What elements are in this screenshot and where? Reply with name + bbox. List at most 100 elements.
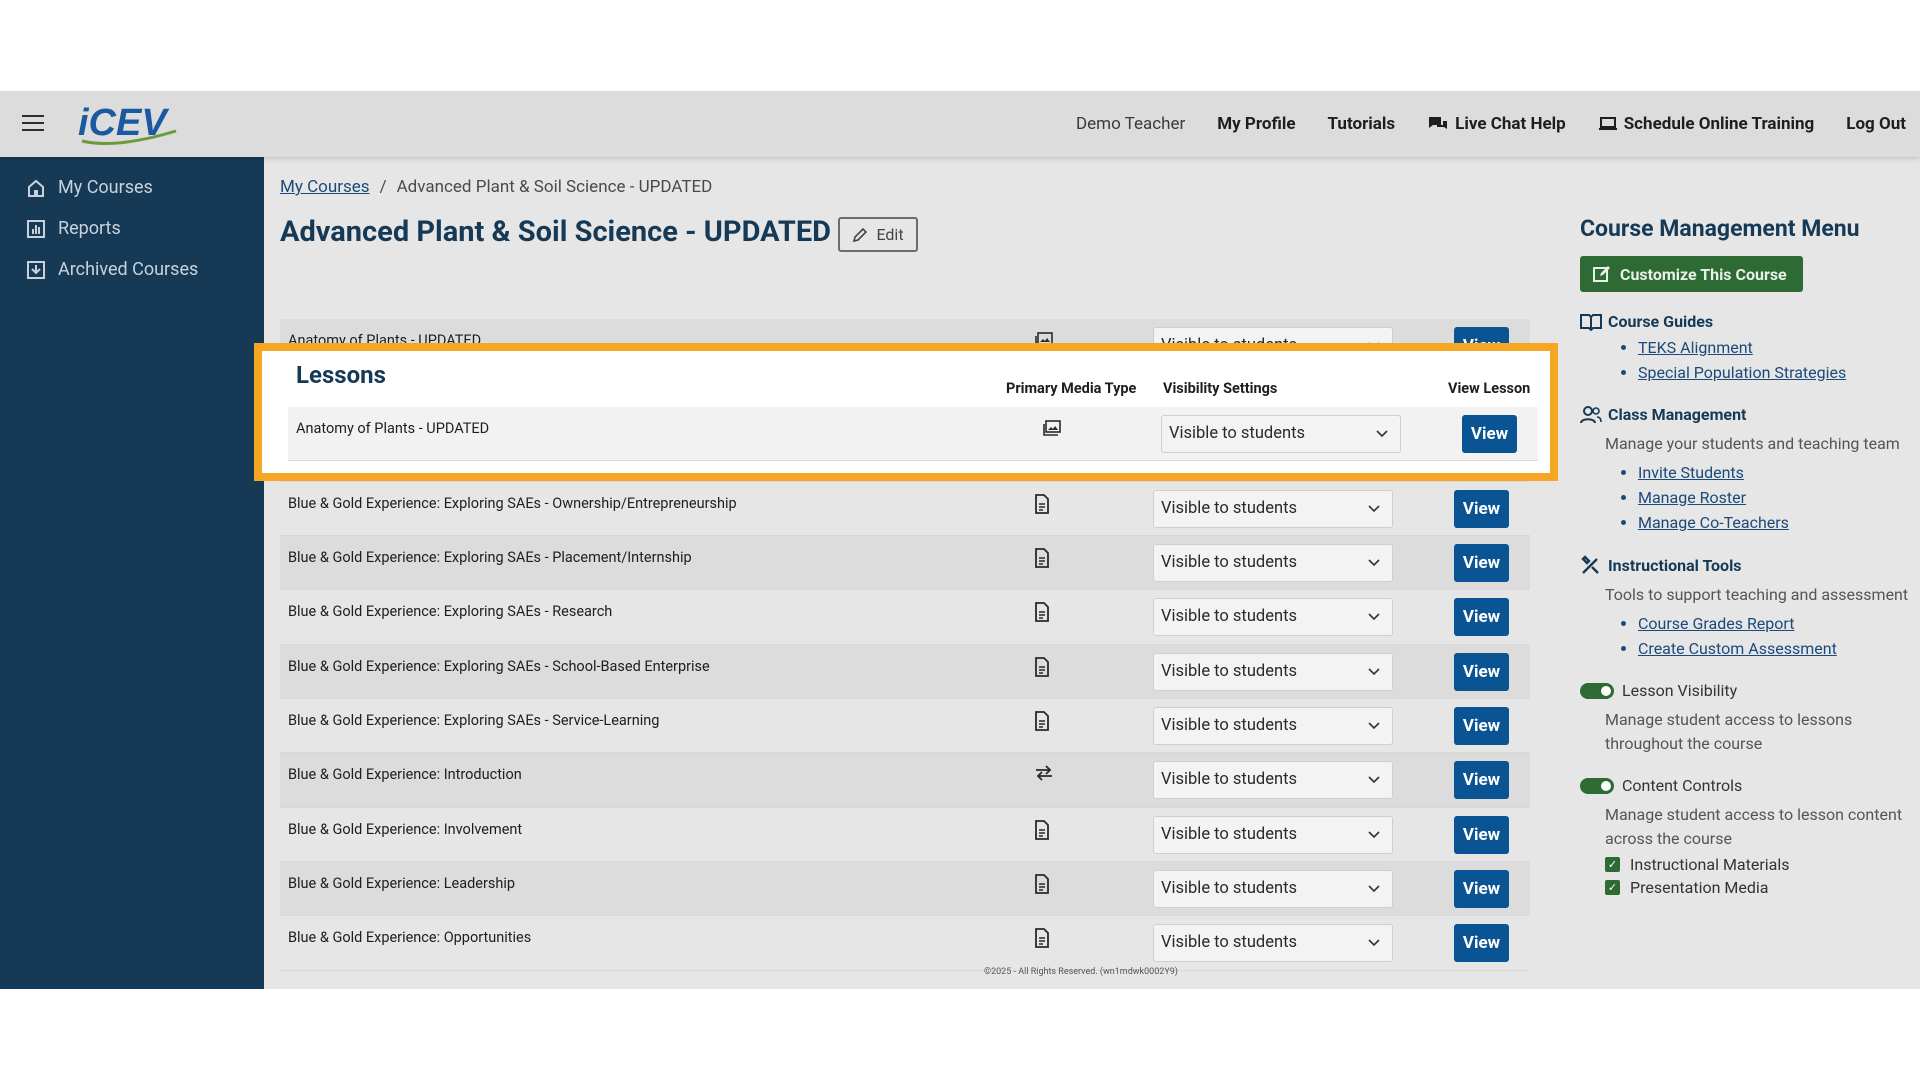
chevron-down-icon	[1368, 668, 1380, 675]
lesson-name: Blue & Gold Experience: Exploring SAEs -…	[288, 657, 710, 675]
content-controls-toggle[interactable]	[1580, 777, 1614, 794]
list-item: Create Custom Assessment	[1638, 636, 1920, 661]
chevron-down-icon	[1368, 505, 1380, 513]
schedule-training-label: Schedule Online Training	[1623, 114, 1815, 134]
visibility-value: Visible to students	[1169, 424, 1305, 443]
view-lesson-button[interactable]: View	[1462, 415, 1517, 453]
user-name: Demo Teacher	[1075, 114, 1186, 134]
instructional-tools-label: Instructional Tools	[1608, 555, 1742, 575]
visibility-select[interactable]: Visible to students	[1161, 415, 1401, 453]
tutorials-link[interactable]: Tutorials	[1328, 114, 1396, 134]
visibility-value: Visible to students	[1161, 933, 1297, 953]
lesson-name: Blue & Gold Experience: Introduction	[288, 766, 522, 784]
manage-roster-link[interactable]: Manage Roster	[1638, 488, 1746, 507]
visibility-select[interactable]: Visible to students	[1153, 652, 1393, 691]
edit-title-button[interactable]: Edit	[838, 217, 918, 252]
sidebar-item-my-courses[interactable]: My Courses	[0, 167, 264, 208]
view-lesson-button[interactable]: View	[1454, 815, 1509, 854]
visibility-select[interactable]: Visible to students	[1153, 924, 1393, 963]
view-lesson-button[interactable]: View	[1454, 489, 1509, 528]
view-lesson-button[interactable]: View	[1454, 652, 1509, 691]
document-icon	[1034, 874, 1054, 894]
menu-icon[interactable]	[22, 115, 44, 133]
course-guides-label: Course Guides	[1608, 312, 1714, 331]
table-row: Anatomy of Plants - UPDATED Visible to st…	[288, 407, 1538, 462]
highlight-content: Lessons Primary Media Type Visibility Se…	[288, 351, 1538, 462]
class-management-label: Class Management	[1608, 405, 1747, 424]
special-population-link[interactable]: Special Population Strategies	[1638, 363, 1846, 382]
chevron-down-icon	[1368, 831, 1380, 838]
invite-students-link[interactable]: Invite Students	[1638, 463, 1744, 482]
breadcrumb-my-courses-link[interactable]: My Courses	[280, 177, 370, 197]
presentation-media-checkbox[interactable]: ✓	[1605, 880, 1620, 895]
schedule-training-link[interactable]: Schedule Online Training	[1598, 114, 1815, 134]
tutorials-label: Tutorials	[1327, 114, 1396, 134]
highlighted-row-container: Anatomy of Plants - UPDATED Visible to st…	[288, 407, 1538, 462]
sidebar-item-reports[interactable]: Reports	[0, 208, 264, 249]
logo-text: iCEV	[78, 102, 169, 144]
content-controls-row: Content Controls	[1580, 776, 1920, 795]
logout-link[interactable]: Log Out	[1846, 114, 1906, 134]
view-lesson-button[interactable]: View	[1454, 598, 1509, 637]
lesson-name: Anatomy of Plants - UPDATED	[296, 420, 490, 437]
customize-course-button[interactable]: Customize This Course	[1580, 256, 1803, 292]
document-icon	[1034, 602, 1054, 623]
breadcrumb: My Courses / Advanced Plant & Soil Science…	[280, 177, 712, 197]
document-icon	[1034, 928, 1054, 949]
visibility-select[interactable]: Visible to students	[1153, 869, 1393, 908]
chevron-down-icon	[1376, 430, 1388, 438]
lesson-name: Blue & Gold Experience: Exploring SAEs -…	[288, 712, 660, 730]
menu-title: Course Management Menu	[1580, 215, 1860, 242]
instructional-materials-checkbox[interactable]: ✓	[1605, 857, 1620, 872]
class-management-desc: Manage your students and teaching team	[1605, 434, 1900, 453]
lesson-name: Blue & Gold Experience: Opportunities	[288, 929, 532, 947]
visibility-select[interactable]: Visible to students	[1153, 489, 1393, 528]
visibility-select[interactable]: Visible to students	[1153, 815, 1393, 854]
edit-label: Edit	[876, 225, 904, 244]
teks-alignment-link[interactable]: TEKS Alignment	[1638, 338, 1753, 357]
course-guides-list: TEKS Alignment Special Population Strate…	[1638, 335, 1920, 385]
chevron-down-icon	[1368, 613, 1380, 621]
lessons-header: Lessons Primary Media Type Visibility Se…	[288, 351, 1538, 407]
list-item: Course Grades Report	[1638, 611, 1920, 636]
visibility-value: Visible to students	[1161, 607, 1297, 627]
table-row: Blue & Gold Experience: Leadership Visibl…	[280, 861, 1530, 917]
edit-square-icon	[1593, 266, 1610, 282]
view-lesson-button[interactable]: View	[1454, 869, 1509, 908]
lesson-name: Blue & Gold Experience: Leadership	[288, 874, 515, 892]
top-nav: Demo Teacher My Profile Tutorials Live C…	[1044, 91, 1906, 157]
live-chat-link[interactable]: Live Chat Help	[1427, 114, 1566, 134]
lesson-visibility-toggle[interactable]	[1580, 682, 1614, 699]
visibility-value: Visible to students	[1161, 553, 1297, 573]
visibility-select[interactable]: Visible to students	[1153, 598, 1393, 637]
course-grades-link[interactable]: Course Grades Report	[1638, 614, 1794, 633]
view-lesson-button[interactable]: View	[1454, 924, 1509, 963]
instructional-materials-label: Instructional Materials	[1630, 855, 1790, 874]
list-item: TEKS Alignment	[1638, 335, 1920, 360]
custom-assessment-link[interactable]: Create Custom Assessment	[1638, 639, 1837, 658]
lesson-visibility-label: Lesson Visibility	[1622, 681, 1738, 700]
view-lesson-button[interactable]: View	[1454, 761, 1509, 800]
visibility-select[interactable]: Visible to students	[1153, 761, 1393, 800]
archive-icon	[27, 260, 45, 279]
customize-label: Customize This Course	[1620, 264, 1787, 284]
presentation-media-check-row: ✓ Presentation Media	[1605, 878, 1920, 897]
visibility-select[interactable]: Visible to students	[1153, 544, 1393, 583]
lessons-title: Lessons	[296, 361, 386, 389]
icev-logo[interactable]: iCEV	[76, 101, 188, 147]
view-lesson-button[interactable]: View	[1454, 544, 1509, 583]
document-icon	[1034, 656, 1054, 677]
content-controls-label: Content Controls	[1622, 776, 1743, 795]
visibility-select[interactable]: Visible to students	[1153, 707, 1393, 746]
sidebar-item-archived-courses[interactable]: Archived Courses	[0, 249, 264, 290]
course-guides-heading: Course Guides	[1580, 312, 1920, 331]
table-row: Blue & Gold Experience: Exploring SAEs -…	[280, 536, 1530, 591]
app-frame: iCEV Demo Teacher My Profile Tutorials L…	[0, 91, 1920, 989]
manage-coteachers-link[interactable]: Manage Co-Teachers	[1638, 513, 1789, 532]
my-profile-link[interactable]: My Profile	[1217, 114, 1295, 134]
view-lesson-button[interactable]: View	[1454, 707, 1509, 746]
document-icon	[1034, 711, 1054, 731]
sidebar-item-label: Archived Courses	[58, 259, 199, 280]
class-management-list: Invite Students Manage Roster Manage Co-…	[1638, 460, 1920, 535]
presentation-media-label: Presentation Media	[1630, 878, 1769, 897]
